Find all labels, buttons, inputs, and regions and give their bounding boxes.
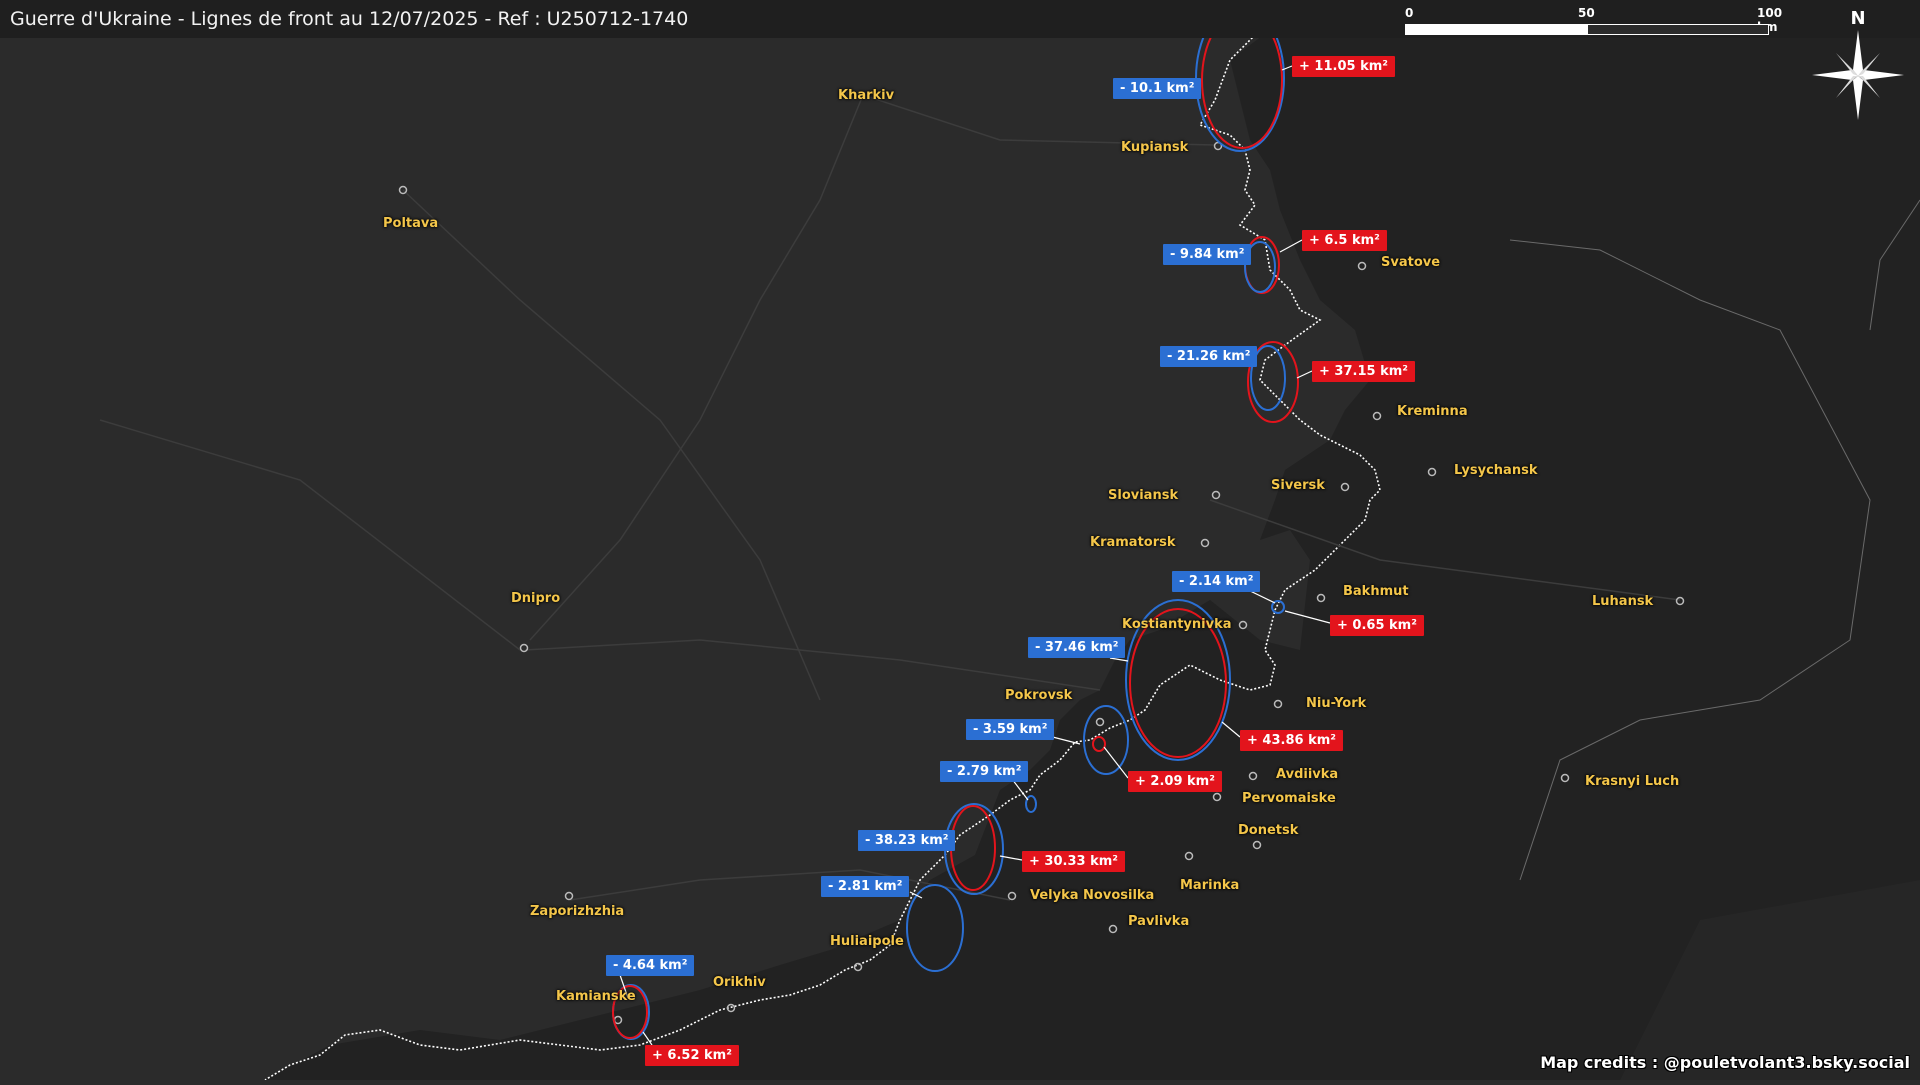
city-label-huliaipole: Huliaipole — [830, 934, 904, 949]
city-label-donetsk: Donetsk — [1238, 823, 1299, 838]
city-label-svatove: Svatove — [1381, 255, 1441, 270]
gain-badge-bakhmut: + 0.65 km² — [1330, 615, 1424, 636]
city-label-krasnyi-luch: Krasnyi Luch — [1585, 774, 1680, 789]
scale-label-50: 50 — [1578, 6, 1595, 20]
city-label-pavlivka: Pavlivka — [1128, 914, 1190, 929]
loss-badge-bakhmut: - 2.14 km² — [1172, 571, 1261, 592]
loss-badge-pokrovsk-south: - 2.79 km² — [940, 761, 1029, 782]
city-label-kreminna: Kreminna — [1397, 404, 1468, 419]
gain-badge-kostiantynivka: + 43.86 km² — [1240, 730, 1343, 751]
scale-label-0: 0 — [1405, 6, 1414, 20]
loss-badge-svatove: - 9.84 km² — [1163, 244, 1252, 265]
loss-badge-kreminna: - 21.26 km² — [1160, 346, 1258, 367]
loss-badge-huliaipole: - 2.81 km² — [821, 876, 910, 897]
map-canvas[interactable] — [0, 0, 1920, 1081]
gain-badge-pokrovsk: + 2.09 km² — [1128, 771, 1222, 792]
city-label-kharkiv: Kharkiv — [838, 88, 895, 103]
city-label-velyka-novosilka: Velyka Novosilka — [1030, 888, 1155, 903]
city-label-kostiantynivka: Kostiantynivka — [1122, 617, 1232, 632]
city-label-bakhmut: Bakhmut — [1343, 584, 1409, 599]
gain-badge-svatove: + 6.5 km² — [1302, 230, 1387, 251]
city-label-avdiivka: Avdiivka — [1276, 767, 1339, 782]
city-label-pervomaiske: Pervomaiske — [1242, 791, 1336, 806]
city-label-siversk: Siversk — [1271, 478, 1325, 493]
city-label-dnipro: Dnipro — [511, 591, 561, 606]
city-label-marinka: Marinka — [1180, 878, 1240, 893]
loss-badge-kupiansk-north: - 10.1 km² — [1113, 78, 1202, 99]
gain-badge-kupiansk-north: + 11.05 km² — [1292, 56, 1395, 77]
loss-badge-kostiantynivka: - 37.46 km² — [1028, 637, 1126, 658]
city-label-zaporizhzhia: Zaporizhzhia — [530, 904, 625, 919]
scale-bar: 0 50 100 km — [1405, 6, 1782, 38]
gain-badge-kreminna: + 37.15 km² — [1312, 361, 1415, 382]
gain-badge-velyka-novosilka: + 30.33 km² — [1022, 851, 1125, 872]
city-label-orikhiv: Orikhiv — [713, 975, 766, 990]
map-credits: Map credits : @pouletvolant3.bsky.social — [1540, 1053, 1910, 1072]
scale-segment-2 — [1587, 24, 1769, 35]
compass-north-label: N — [1850, 8, 1866, 29]
map-svg — [99, 0, 1920, 1081]
city-label-kupiansk: Kupiansk — [1121, 140, 1189, 155]
city-label-pokrovsk: Pokrovsk — [1005, 688, 1073, 703]
city-label-kramatorsk: Kramatorsk — [1090, 535, 1176, 550]
city-label-lysychansk: Lysychansk — [1454, 463, 1538, 478]
compass: N — [1808, 8, 1908, 124]
city-label-poltava: Poltava — [383, 216, 439, 231]
city-label-luhansk: Luhansk — [1592, 594, 1654, 609]
loss-badge-kamianske: - 4.64 km² — [606, 955, 695, 976]
loss-badge-pokrovsk: - 3.59 km² — [966, 719, 1055, 740]
city-label-sloviansk: Sloviansk — [1108, 488, 1179, 503]
scale-segment-1 — [1405, 24, 1587, 35]
loss-badge-velyka-novosilka: - 38.23 km² — [858, 830, 956, 851]
city-label-kamianske: Kamianske — [556, 989, 636, 1004]
gain-badge-kamianske: + 6.52 km² — [645, 1045, 739, 1066]
city-label-niu-york: Niu-York — [1306, 696, 1367, 711]
